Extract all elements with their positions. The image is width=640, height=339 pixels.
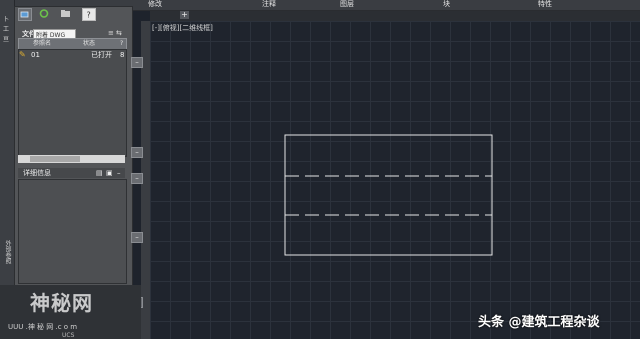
attach-dwg-icon <box>20 11 29 18</box>
folder-icon <box>61 10 70 17</box>
ribbon-modify[interactable]: 修改 <box>148 0 162 9</box>
details-title: 详细信息 <box>23 169 51 177</box>
site-watermark: 神秘网 <box>30 291 93 315</box>
ribbon-properties[interactable]: 特性 <box>538 0 552 9</box>
drawing-file-icon: ✎ <box>19 50 26 59</box>
drawing-canvas[interactable] <box>150 21 640 339</box>
strip-label: 工 <box>3 26 10 33</box>
help-button[interactable]: ? <box>82 8 96 21</box>
details-view-icon[interactable]: ▤ <box>96 168 103 178</box>
details-pane <box>18 179 127 284</box>
drawing-svg <box>284 134 493 256</box>
details-header: 详细信息 ▤ ▣ – <box>18 168 125 178</box>
strip-label: 卜 <box>3 16 10 23</box>
column-size[interactable]: ? <box>120 39 123 49</box>
drawing-rectangle[interactable] <box>284 134 493 256</box>
author-credit: 头条 @建筑工程杂谈 <box>478 315 600 330</box>
palette-vertical-title: 外部参照 <box>4 240 11 264</box>
refresh-button[interactable] <box>38 8 50 19</box>
scrollbar-thumb[interactable] <box>30 156 80 162</box>
ribbon-block[interactable]: 块 <box>443 0 450 9</box>
minimize-button[interactable]: – <box>131 57 143 68</box>
refresh-icon <box>39 9 49 18</box>
collapse-details-icon[interactable]: – <box>117 168 121 178</box>
reference-size-cell: 8 <box>120 51 125 59</box>
ribbon-annotate[interactable]: 注释 <box>262 0 276 9</box>
ucs-label: UCS <box>62 332 75 339</box>
reference-status-cell: 已打开 <box>91 51 112 59</box>
viewport-label[interactable]: [-][俯视][二维线框] <box>152 23 213 33</box>
attach-dwg-button[interactable] <box>18 8 32 21</box>
svg-text:?: ? <box>87 11 91 20</box>
strip-label: 亘 <box>3 36 10 43</box>
minimize-button[interactable]: – <box>131 173 143 184</box>
tree-view-icon[interactable]: ⇆ <box>116 29 122 37</box>
change-path-button[interactable] <box>60 8 72 19</box>
new-tab-button[interactable]: + <box>180 11 189 19</box>
palette-toolbar: ? <box>18 8 108 22</box>
minimize-button[interactable]: – <box>131 232 143 243</box>
references-list[interactable] <box>18 49 127 157</box>
column-reference-name[interactable]: 参照名 <box>33 39 51 49</box>
table-row[interactable]: ✎ 01 已打开 8 <box>18 50 125 60</box>
reference-name-cell: 01 <box>31 51 40 59</box>
column-status[interactable]: 状态 <box>83 39 95 49</box>
horizontal-scrollbar[interactable] <box>18 155 125 163</box>
ribbon-layers[interactable]: 图层 <box>340 0 354 9</box>
document-tab-strip <box>150 10 640 21</box>
help-icon: ? <box>87 11 91 20</box>
minimize-button[interactable]: – <box>131 147 143 158</box>
preview-view-icon[interactable]: ▣ <box>106 168 113 178</box>
list-view-icon[interactable]: ≡ <box>108 29 114 37</box>
site-watermark-url: UUU .神 秘 网 .c o m <box>8 323 78 331</box>
